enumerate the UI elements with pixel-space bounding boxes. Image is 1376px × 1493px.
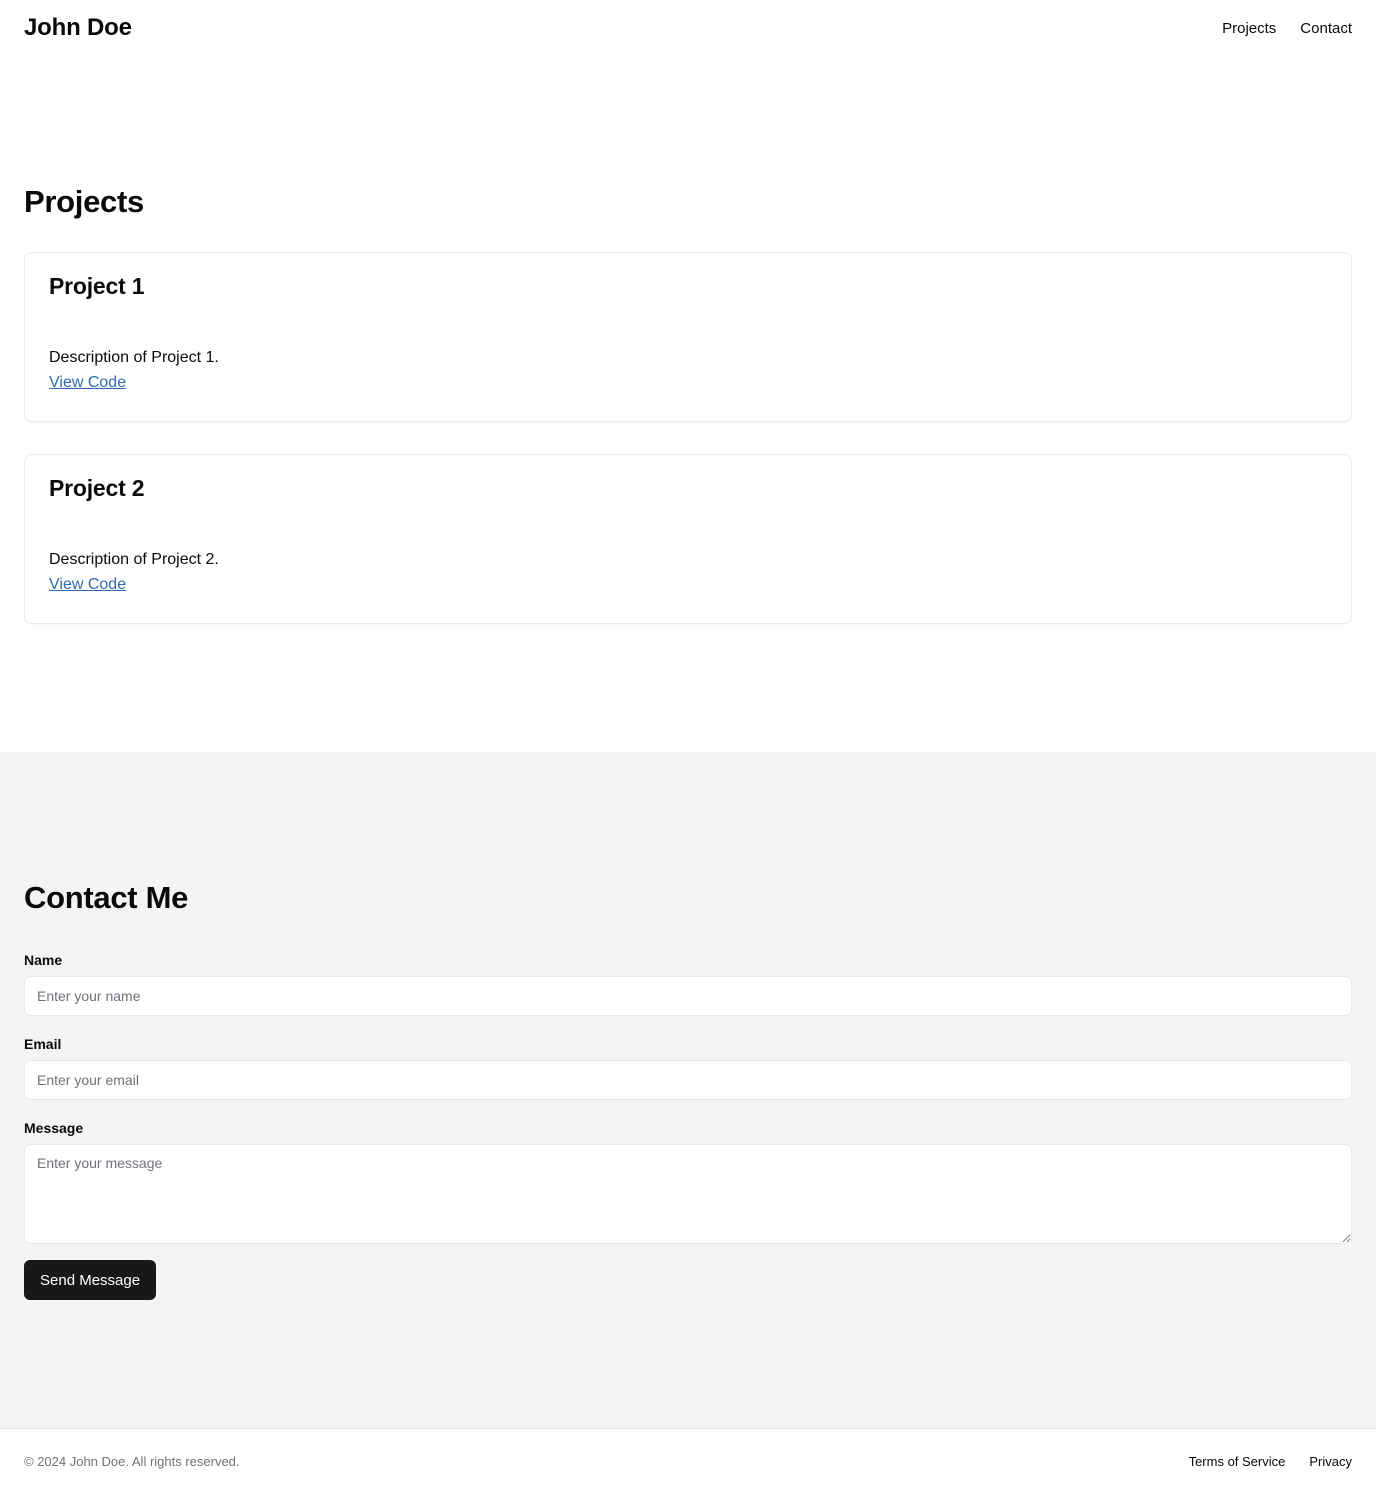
privacy-link[interactable]: Privacy bbox=[1309, 1454, 1352, 1469]
copyright-text: © 2024 John Doe. All rights reserved. bbox=[24, 1453, 240, 1469]
terms-of-service-link[interactable]: Terms of Service bbox=[1189, 1454, 1286, 1469]
name-input[interactable] bbox=[24, 976, 1352, 1016]
project-card: Project 1 Description of Project 1. View… bbox=[24, 252, 1352, 422]
projects-section: Projects Project 1 Description of Projec… bbox=[0, 56, 1376, 752]
contact-heading: Contact Me bbox=[24, 880, 189, 915]
email-input[interactable] bbox=[24, 1060, 1352, 1100]
nav-link-projects[interactable]: Projects bbox=[1222, 20, 1276, 37]
footer-links: Terms of Service Privacy bbox=[1189, 1454, 1352, 1469]
send-message-button[interactable]: Send Message bbox=[24, 1260, 157, 1300]
contact-section: Contact Me Name Email Message Send Messa… bbox=[0, 752, 1376, 1428]
email-label: Email bbox=[24, 1036, 62, 1052]
project-description: Description of Project 2. bbox=[49, 551, 219, 568]
site-footer: © 2024 John Doe. All rights reserved. Te… bbox=[0, 1428, 1376, 1493]
projects-heading: Projects bbox=[24, 184, 144, 219]
project-description: Description of Project 1. bbox=[49, 349, 219, 366]
project-card: Project 2 Description of Project 2. View… bbox=[24, 454, 1352, 624]
message-label: Message bbox=[24, 1120, 84, 1136]
main-nav: Projects Contact bbox=[1222, 20, 1352, 37]
site-brand[interactable]: John Doe bbox=[24, 14, 132, 42]
project-title: Project 2 bbox=[49, 475, 145, 501]
site-header: John Doe Projects Contact bbox=[0, 0, 1376, 56]
message-textarea[interactable] bbox=[24, 1144, 1352, 1244]
view-code-link[interactable]: View Code bbox=[49, 576, 126, 594]
project-title: Project 1 bbox=[49, 273, 145, 299]
nav-link-contact[interactable]: Contact bbox=[1300, 20, 1352, 37]
view-code-link[interactable]: View Code bbox=[49, 374, 126, 392]
name-label: Name bbox=[24, 952, 63, 968]
